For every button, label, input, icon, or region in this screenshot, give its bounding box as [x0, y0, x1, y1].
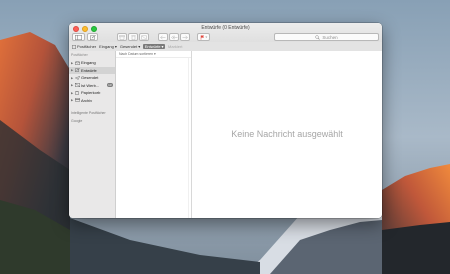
message-list-scrollbar[interactable]	[188, 58, 189, 218]
no-message-selected-text: Keine Nachricht ausgewählt	[231, 129, 343, 139]
fav-drafts[interactable]: Entwürfe ▾	[143, 44, 166, 49]
sidebar-item-archive[interactable]: ▶ Archiv	[69, 97, 115, 105]
reply-all-button[interactable]	[169, 33, 179, 41]
forward-icon	[182, 35, 188, 39]
mailbox-toggle-button[interactable]	[72, 33, 85, 41]
reply-all-icon	[170, 35, 177, 39]
reply-button[interactable]	[158, 33, 168, 41]
sidebar-item-drafts[interactable]: ▶ Entwürfe	[69, 66, 115, 74]
archive-icon	[75, 98, 80, 103]
junk-button[interactable]	[139, 33, 149, 41]
message-list: Nach Datum sortieren ▾	[116, 51, 192, 218]
fav-sent[interactable]: Gesendet ▾	[120, 44, 140, 49]
mail-window: Entwürfe (0 Entwürfe) Suchen Postfächer …	[69, 23, 382, 218]
window-title: Entwürfe (0 Entwürfe)	[201, 25, 250, 31]
sent-icon	[75, 75, 80, 80]
inbox-icon	[75, 60, 80, 65]
smart-mailboxes-header[interactable]: Intelligente Postfächer	[69, 109, 115, 117]
fav-flagged[interactable]: Markiert	[168, 44, 182, 49]
chevron-down-icon: ▾	[138, 44, 141, 49]
compose-icon	[89, 34, 96, 40]
mailbox-sidebar: Postfächer ▶ Eingang ▶ Entwürfe ▶ Gesend…	[69, 51, 116, 218]
archive-button[interactable]	[117, 33, 127, 41]
message-preview-pane: Keine Nachricht ausgewählt	[192, 51, 382, 218]
fav-mailboxes[interactable]: Postfächer	[72, 44, 96, 49]
compose-button[interactable]	[87, 33, 98, 41]
sidebar-item-junk[interactable]: ▶ Ist Werb... 13	[69, 82, 115, 90]
junk-icon	[75, 83, 80, 88]
google-account-header[interactable]: Google	[69, 117, 115, 125]
sidebar-icon	[72, 44, 76, 49]
title-bar: Entwürfe (0 Entwürfe) Suchen Postfächer …	[69, 23, 382, 52]
unread-count-badge: 13	[106, 83, 113, 87]
sidebar-section-title: Postfächer	[71, 53, 88, 57]
trash-icon	[130, 35, 136, 40]
chevron-down-icon: ▾	[114, 44, 117, 49]
reply-icon	[160, 35, 166, 39]
junk-icon	[141, 35, 147, 40]
search-icon	[315, 34, 321, 40]
forward-button[interactable]	[180, 33, 190, 41]
flag-button[interactable]	[197, 33, 210, 41]
delete-button[interactable]	[128, 33, 138, 41]
fav-inbox[interactable]: Eingang ▾	[99, 44, 117, 49]
sidebar-item-inbox[interactable]: ▶ Eingang	[69, 59, 115, 67]
trash-icon	[75, 91, 79, 95]
search-placeholder: Suchen	[322, 34, 338, 40]
archive-icon	[119, 34, 125, 40]
drafts-icon	[75, 68, 80, 73]
sidebar-item-trash[interactable]: ▶ Papierkorb	[69, 89, 115, 97]
sidebar-item-sent[interactable]: ▶ Gesendet	[69, 74, 115, 82]
mailbox-icon	[75, 34, 82, 40]
chevron-down-icon: ▾	[153, 52, 156, 56]
search-field[interactable]: Suchen	[274, 33, 379, 41]
flag-icon	[200, 34, 207, 40]
favorites-bar: Postfächer Eingang ▾ Gesendet ▾ Entwürfe…	[69, 42, 382, 51]
chevron-down-icon: ▾	[161, 44, 164, 49]
sort-control[interactable]: Nach Datum sortieren ▾	[116, 51, 191, 58]
